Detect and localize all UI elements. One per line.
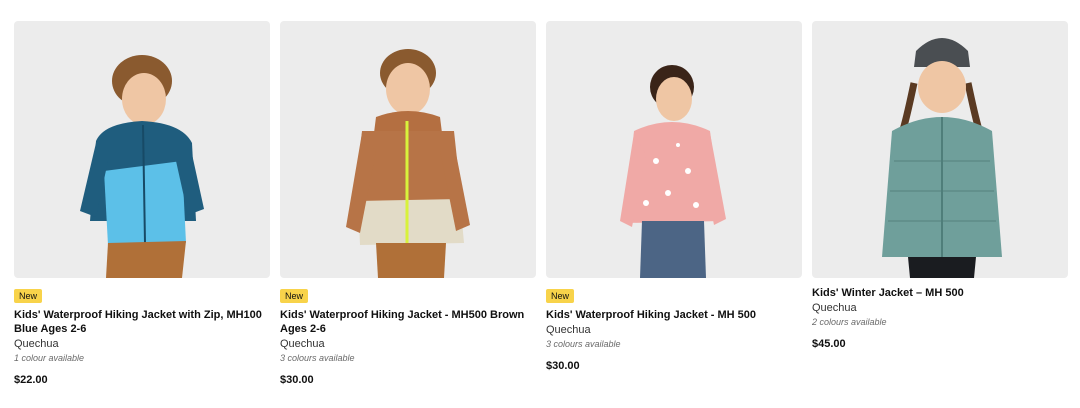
colour-count: 2 colours available — [812, 317, 887, 327]
product-card[interactable]: New Kids' Waterproof Hiking Jacket with … — [14, 21, 270, 386]
product-brand: Quechua — [546, 324, 591, 336]
product-card[interactable]: New Kids' Waterproof Hiking Jacket - MH5… — [280, 21, 536, 386]
product-title[interactable]: Kids' Winter Jacket – MH 500 — [812, 286, 1068, 300]
product-image-green-winter-jacket[interactable] — [812, 21, 1068, 278]
kid-brown-jacket-illustration — [346, 49, 470, 278]
product-price: $30.00 — [280, 374, 314, 386]
colour-count: 1 colour available — [14, 353, 85, 363]
kid-blue-jacket-illustration — [80, 55, 204, 278]
product-image-brown-jacket[interactable] — [280, 21, 536, 278]
product-image-blue-jacket[interactable] — [14, 21, 270, 278]
product-card[interactable]: Kids' Winter Jacket – MH 500 Quechua 2 c… — [812, 21, 1068, 386]
product-title[interactable]: Kids' Waterproof Hiking Jacket - MH 500 — [546, 308, 802, 322]
product-title[interactable]: Kids' Waterproof Hiking Jacket - MH500 B… — [280, 308, 536, 336]
kid-pink-jacket-illustration — [620, 65, 726, 278]
product-title[interactable]: Kids' Waterproof Hiking Jacket with Zip,… — [14, 308, 270, 336]
product-brand: Quechua — [14, 338, 59, 350]
product-brand: Quechua — [812, 302, 857, 314]
colour-count: 3 colours available — [546, 339, 621, 349]
product-price: $45.00 — [812, 338, 846, 350]
colour-count: 3 colours available — [280, 353, 355, 363]
product-card[interactable]: New Kids' Waterproof Hiking Jacket - MH … — [546, 21, 802, 386]
kid-green-jacket-illustration — [882, 38, 1002, 278]
product-grid: New Kids' Waterproof Hiking Jacket with … — [14, 21, 1068, 386]
product-price: $30.00 — [546, 360, 580, 372]
new-badge: New — [546, 289, 575, 303]
product-brand: Quechua — [280, 338, 325, 350]
product-price: $22.00 — [14, 374, 48, 386]
product-image-pink-jacket[interactable] — [546, 21, 802, 278]
new-badge: New — [280, 289, 309, 303]
new-badge: New — [14, 289, 43, 303]
